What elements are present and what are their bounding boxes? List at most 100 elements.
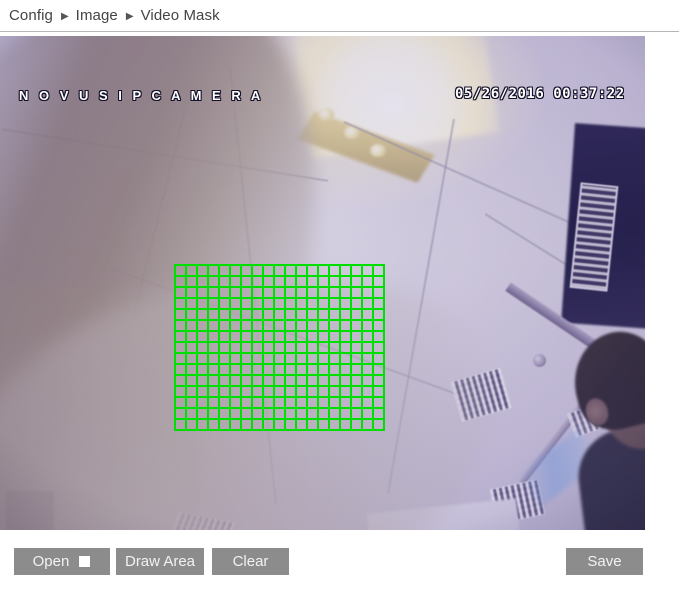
mask-cell[interactable] — [220, 266, 231, 277]
mask-cell[interactable] — [220, 365, 231, 376]
mask-cell[interactable] — [264, 409, 275, 420]
mask-cell[interactable] — [275, 288, 286, 299]
mask-cell[interactable] — [187, 376, 198, 387]
mask-cell[interactable] — [275, 354, 286, 365]
mask-cell[interactable] — [330, 332, 341, 343]
mask-cell[interactable] — [187, 321, 198, 332]
mask-cell[interactable] — [341, 277, 352, 288]
mask-cell[interactable] — [264, 277, 275, 288]
mask-cell[interactable] — [242, 332, 253, 343]
mask-cell[interactable] — [253, 398, 264, 409]
mask-cell[interactable] — [341, 387, 352, 398]
mask-cell[interactable] — [231, 288, 242, 299]
mask-cell[interactable] — [286, 332, 297, 343]
video-preview[interactable]: N O V U S I P C A M E R A 05/26/2016 00:… — [0, 36, 645, 530]
mask-cell[interactable] — [286, 321, 297, 332]
mask-cell[interactable] — [341, 398, 352, 409]
mask-cell[interactable] — [220, 332, 231, 343]
mask-cell[interactable] — [176, 354, 187, 365]
mask-cell[interactable] — [209, 420, 220, 431]
mask-cell[interactable] — [231, 310, 242, 321]
mask-cell[interactable] — [220, 288, 231, 299]
mask-cell[interactable] — [253, 288, 264, 299]
mask-cell[interactable] — [286, 398, 297, 409]
mask-cell[interactable] — [264, 354, 275, 365]
mask-cell[interactable] — [253, 299, 264, 310]
mask-cell[interactable] — [352, 354, 363, 365]
mask-cell[interactable] — [187, 398, 198, 409]
mask-cell[interactable] — [297, 332, 308, 343]
mask-cell[interactable] — [341, 420, 352, 431]
mask-cell[interactable] — [330, 266, 341, 277]
mask-cell[interactable] — [231, 376, 242, 387]
mask-cell[interactable] — [253, 354, 264, 365]
mask-cell[interactable] — [374, 299, 385, 310]
mask-cell[interactable] — [242, 288, 253, 299]
mask-cell[interactable] — [253, 365, 264, 376]
mask-cell[interactable] — [198, 288, 209, 299]
mask-cell[interactable] — [264, 332, 275, 343]
mask-cell[interactable] — [374, 343, 385, 354]
mask-cell[interactable] — [275, 409, 286, 420]
mask-cell[interactable] — [176, 310, 187, 321]
mask-cell[interactable] — [341, 376, 352, 387]
mask-cell[interactable] — [275, 365, 286, 376]
mask-cell[interactable] — [374, 420, 385, 431]
mask-cell[interactable] — [231, 266, 242, 277]
mask-cell[interactable] — [264, 376, 275, 387]
mask-cell[interactable] — [209, 321, 220, 332]
mask-cell[interactable] — [286, 299, 297, 310]
mask-cell[interactable] — [209, 354, 220, 365]
mask-cell[interactable] — [253, 310, 264, 321]
mask-cell[interactable] — [275, 266, 286, 277]
mask-cell[interactable] — [352, 266, 363, 277]
mask-cell[interactable] — [297, 277, 308, 288]
mask-cell[interactable] — [176, 288, 187, 299]
mask-cell[interactable] — [330, 310, 341, 321]
clear-button[interactable]: Clear — [212, 548, 289, 575]
mask-cell[interactable] — [297, 376, 308, 387]
mask-cell[interactable] — [220, 321, 231, 332]
mask-cell[interactable] — [275, 420, 286, 431]
mask-cell[interactable] — [209, 365, 220, 376]
mask-cell[interactable] — [330, 376, 341, 387]
mask-cell[interactable] — [209, 332, 220, 343]
mask-cell[interactable] — [242, 277, 253, 288]
mask-cell[interactable] — [242, 299, 253, 310]
mask-cell[interactable] — [374, 277, 385, 288]
mask-cell[interactable] — [264, 266, 275, 277]
mask-cell[interactable] — [198, 376, 209, 387]
mask-cell[interactable] — [330, 420, 341, 431]
mask-cell[interactable] — [374, 409, 385, 420]
mask-cell[interactable] — [209, 299, 220, 310]
mask-cell[interactable] — [352, 310, 363, 321]
mask-cell[interactable] — [253, 376, 264, 387]
video-mask-grid[interactable] — [174, 264, 385, 431]
mask-cell[interactable] — [242, 376, 253, 387]
mask-cell[interactable] — [198, 321, 209, 332]
mask-cell[interactable] — [297, 343, 308, 354]
mask-cell[interactable] — [341, 343, 352, 354]
mask-cell[interactable] — [308, 299, 319, 310]
mask-cell[interactable] — [242, 398, 253, 409]
mask-cell[interactable] — [297, 420, 308, 431]
mask-cell[interactable] — [176, 266, 187, 277]
mask-cell[interactable] — [275, 299, 286, 310]
mask-cell[interactable] — [176, 398, 187, 409]
mask-cell[interactable] — [187, 420, 198, 431]
mask-cell[interactable] — [187, 310, 198, 321]
mask-cell[interactable] — [319, 288, 330, 299]
mask-cell[interactable] — [363, 266, 374, 277]
mask-cell[interactable] — [352, 376, 363, 387]
mask-cell[interactable] — [363, 365, 374, 376]
mask-cell[interactable] — [363, 420, 374, 431]
mask-cell[interactable] — [275, 332, 286, 343]
mask-cell[interactable] — [220, 299, 231, 310]
mask-cell[interactable] — [198, 409, 209, 420]
mask-cell[interactable] — [374, 354, 385, 365]
mask-cell[interactable] — [297, 299, 308, 310]
mask-cell[interactable] — [176, 376, 187, 387]
mask-cell[interactable] — [297, 354, 308, 365]
mask-cell[interactable] — [363, 310, 374, 321]
mask-cell[interactable] — [286, 387, 297, 398]
